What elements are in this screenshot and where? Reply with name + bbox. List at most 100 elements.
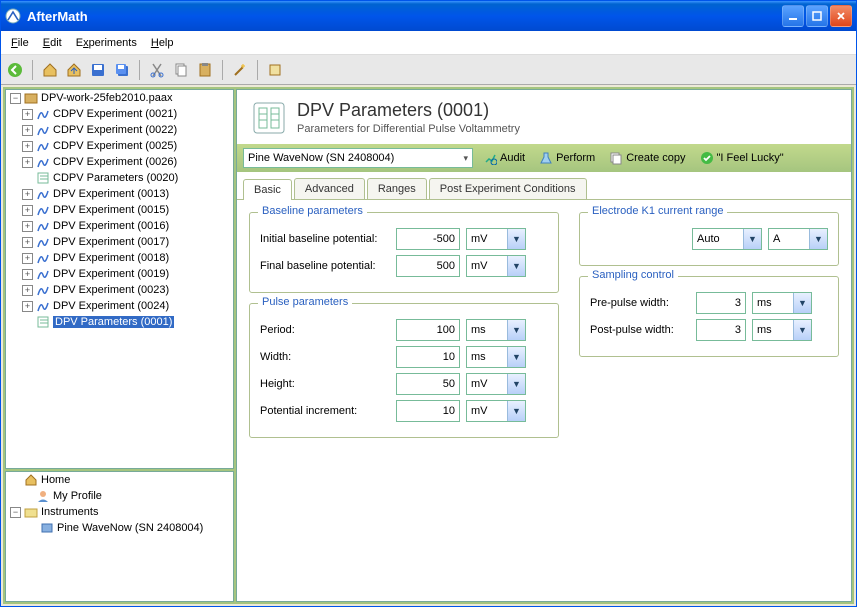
prepulse-input[interactable] [696, 292, 746, 314]
tree-item[interactable]: +DPV Experiment (0024) [22, 298, 233, 314]
tab-ranges[interactable]: Ranges [367, 178, 427, 199]
expand-icon[interactable]: + [22, 125, 33, 136]
initial-baseline-input[interactable] [396, 228, 460, 250]
tree-item[interactable]: + DPV Experiment (0015) [22, 202, 233, 218]
menu-experiments[interactable]: Experiments [76, 37, 137, 49]
postpulse-input[interactable] [696, 319, 746, 341]
tab-advanced[interactable]: Advanced [294, 178, 365, 199]
height-unit[interactable]: mV▼ [466, 373, 526, 395]
tab-post-experiment[interactable]: Post Experiment Conditions [429, 178, 587, 199]
height-input[interactable] [396, 373, 460, 395]
wand-icon[interactable] [230, 60, 250, 80]
back-icon[interactable] [5, 60, 25, 80]
tree-item[interactable]: CDPV Parameters (0020) [22, 170, 233, 186]
menu-file[interactable]: File [11, 37, 29, 49]
perform-button[interactable]: Perform [535, 149, 599, 167]
expand-icon[interactable]: + [22, 189, 33, 200]
tree-item[interactable]: +CDPV Experiment (0021) [22, 106, 233, 122]
app-window: AfterMath File Edit Experiments Help [0, 0, 857, 607]
tree-item[interactable]: +DPV Experiment (0018) [22, 250, 233, 266]
expand-icon[interactable]: + [22, 109, 33, 120]
final-baseline-unit[interactable]: mV▼ [466, 255, 526, 277]
save-icon[interactable] [88, 60, 108, 80]
person-icon [36, 489, 50, 503]
tree-item[interactable]: +CDPV Experiment (0025) [22, 138, 233, 154]
home-up-icon[interactable] [64, 60, 84, 80]
initial-baseline-unit[interactable]: mV▼ [466, 228, 526, 250]
width-input[interactable] [396, 346, 460, 368]
final-baseline-input[interactable] [396, 255, 460, 277]
experiment-icon [36, 155, 50, 169]
expand-icon[interactable]: + [22, 205, 33, 216]
label-postpulse: Post-pulse width: [590, 324, 690, 336]
feel-lucky-button[interactable]: "I Feel Lucky" [696, 149, 788, 167]
expand-icon[interactable]: + [22, 253, 33, 264]
main-panel: DPV Parameters (0001) Parameters for Dif… [236, 89, 852, 602]
k1-mode-select[interactable]: Auto▼ [692, 228, 762, 250]
instruments-node[interactable]: −Instruments [10, 504, 233, 520]
devices-tree[interactable]: Home My Profile −Instruments Pine WaveNo… [5, 471, 234, 602]
save-all-icon[interactable] [112, 60, 132, 80]
tree-item[interactable]: +DPV Experiment (0019) [22, 266, 233, 282]
prepulse-unit[interactable]: ms▼ [752, 292, 812, 314]
width-unit[interactable]: ms▼ [466, 346, 526, 368]
copy-icon [609, 151, 623, 165]
tree-item-label: DPV Experiment (0015) [53, 204, 169, 216]
tree-item-label: CDPV Parameters (0020) [53, 172, 178, 184]
tree-root[interactable]: − DPV-work-25feb2010.paax [10, 90, 233, 106]
tree-item[interactable]: +DPV Experiment (0023) [22, 282, 233, 298]
parameters-icon [251, 100, 287, 136]
expand-icon[interactable]: + [22, 269, 33, 280]
collapse-icon[interactable]: − [10, 93, 21, 104]
archive-icon [24, 91, 38, 105]
project-tree[interactable]: − DPV-work-25feb2010.paax +CDPV Experime… [5, 89, 234, 469]
expand-icon[interactable]: + [22, 141, 33, 152]
paste-icon[interactable] [195, 60, 215, 80]
potential-increment-input[interactable] [396, 400, 460, 422]
minimize-button[interactable] [782, 5, 804, 27]
experiment-icon [36, 299, 50, 313]
instrument-select[interactable]: Pine WaveNow (SN 2408004) [243, 148, 473, 168]
potential-increment-unit[interactable]: mV▼ [466, 400, 526, 422]
chevron-down-icon: ▼ [507, 320, 525, 340]
close-button[interactable] [830, 5, 852, 27]
tree-item[interactable]: +CDPV Experiment (0022) [22, 122, 233, 138]
tree-item[interactable]: +DPV Experiment (0016) [22, 218, 233, 234]
flask-icon [539, 151, 553, 165]
expand-icon[interactable]: + [22, 221, 33, 232]
tab-content: Baseline parameters Initial baseline pot… [237, 200, 851, 450]
chevron-down-icon: ▼ [793, 293, 811, 313]
create-copy-button[interactable]: Create copy [605, 149, 689, 167]
parameters-icon [36, 315, 50, 329]
tree-item[interactable]: +DPV Experiment (0017) [22, 234, 233, 250]
chevron-down-icon: ▼ [507, 401, 525, 421]
menu-edit[interactable]: Edit [43, 37, 62, 49]
profile-node[interactable]: My Profile [22, 488, 233, 504]
maximize-button[interactable] [806, 5, 828, 27]
home-node[interactable]: Home [10, 472, 233, 488]
copy-icon[interactable] [171, 60, 191, 80]
expand-icon[interactable]: + [22, 157, 33, 168]
expand-icon[interactable]: + [22, 301, 33, 312]
audit-button[interactable]: Audit [479, 149, 529, 167]
tree-item[interactable]: DPV Parameters (0001) [22, 314, 233, 330]
k1-unit-select[interactable]: A▼ [768, 228, 828, 250]
separator [139, 60, 140, 80]
device-node[interactable]: Pine WaveNow (SN 2408004) [26, 520, 233, 536]
postpulse-unit[interactable]: ms▼ [752, 319, 812, 341]
period-unit[interactable]: ms▼ [466, 319, 526, 341]
tree-item[interactable]: +DPV Experiment (0013) [22, 186, 233, 202]
collapse-icon[interactable]: − [10, 507, 21, 518]
home-icon[interactable] [40, 60, 60, 80]
tab-basic[interactable]: Basic [243, 179, 292, 200]
tree-item[interactable]: +CDPV Experiment (0026) [22, 154, 233, 170]
chevron-down-icon: ▼ [507, 229, 525, 249]
chevron-down-icon: ▼ [507, 256, 525, 276]
period-input[interactable] [396, 319, 460, 341]
expand-icon[interactable]: + [22, 237, 33, 248]
menu-help[interactable]: Help [151, 37, 174, 49]
tool-icon[interactable] [265, 60, 285, 80]
experiment-icon [36, 267, 50, 281]
expand-icon[interactable]: + [22, 285, 33, 296]
cut-icon[interactable] [147, 60, 167, 80]
